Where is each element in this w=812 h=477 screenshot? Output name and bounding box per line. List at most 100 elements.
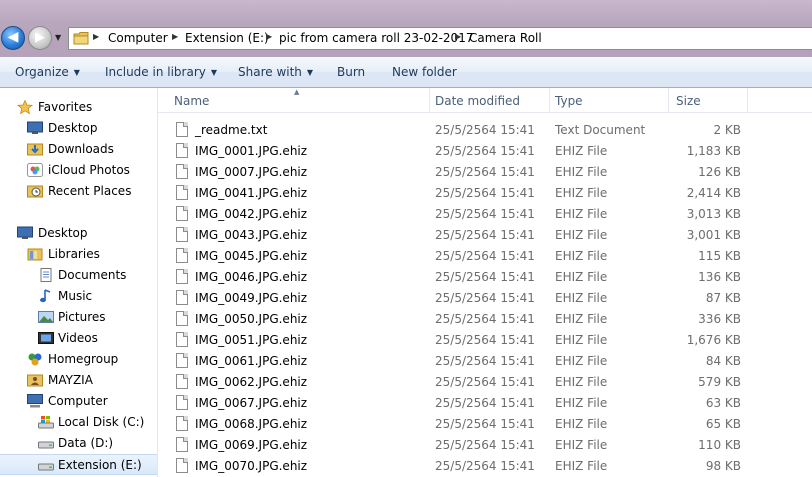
file-name: IMG_0007.JPG.ehiz (195, 165, 308, 179)
nav-homegroup[interactable]: Homegroup (0, 349, 157, 370)
file-size: 115 KB (698, 249, 741, 263)
breadcrumb-arrow-icon[interactable]: ▶ (455, 32, 461, 41)
nav-computer-label: Computer (48, 394, 108, 408)
nav-favorites[interactable]: Favorites (0, 97, 157, 118)
music-icon (38, 289, 54, 303)
file-row[interactable]: IMG_0043.JPG.ehiz 25/5/2564 15:41 EHIZ F… (158, 224, 812, 245)
nav-documents[interactable]: Documents (0, 265, 157, 286)
nav-desktop-label: Desktop (38, 226, 88, 240)
file-size: 1,676 KB (686, 333, 741, 347)
nav-icloud-photos[interactable]: iCloud Photos (0, 160, 157, 181)
nav-pictures[interactable]: Pictures (0, 307, 157, 328)
column-divider[interactable] (668, 88, 669, 113)
breadcrumb-pic-folder[interactable]: pic from camera roll 23-02-2017 (279, 31, 473, 45)
breadcrumb-arrow-icon[interactable]: ▶ (266, 32, 272, 41)
pictures-icon (38, 310, 54, 324)
nav-music[interactable]: Music (0, 286, 157, 307)
file-row[interactable]: IMG_0067.JPG.ehiz 25/5/2564 15:41 EHIZ F… (158, 392, 812, 413)
nav-videos[interactable]: Videos (0, 328, 157, 349)
sort-ascending-icon: ▲ (294, 88, 300, 96)
nav-data-d[interactable]: Data (D:) (0, 433, 157, 454)
file-icon (176, 290, 188, 305)
column-divider[interactable] (549, 88, 550, 113)
nav-downloads[interactable]: Downloads (0, 139, 157, 160)
file-type: EHIZ File (555, 459, 608, 473)
file-row[interactable]: IMG_0061.JPG.ehiz 25/5/2564 15:41 EHIZ F… (158, 350, 812, 371)
file-row[interactable]: IMG_0062.JPG.ehiz 25/5/2564 15:41 EHIZ F… (158, 371, 812, 392)
breadcrumb-arrow-icon[interactable]: ▶ (172, 32, 178, 41)
forward-button[interactable]: ▶ (28, 26, 52, 50)
breadcrumb-computer[interactable]: Computer (108, 31, 168, 45)
desktop-icon (17, 226, 33, 240)
file-row[interactable]: IMG_0042.JPG.ehiz 25/5/2564 15:41 EHIZ F… (158, 203, 812, 224)
file-type: EHIZ File (555, 417, 608, 431)
chevron-down-icon: ▼ (73, 68, 80, 77)
file-row[interactable]: _readme.txt 25/5/2564 15:41 Text Documen… (158, 119, 812, 140)
file-icon (176, 353, 188, 368)
address-bar[interactable]: ▶ Computer ▶ Extension (E:) ▶ pic from c… (68, 27, 812, 50)
file-date: 25/5/2564 15:41 (435, 207, 535, 221)
breadcrumb-camera-roll[interactable]: Camera Roll (469, 31, 542, 45)
file-row[interactable]: IMG_0007.JPG.ehiz 25/5/2564 15:41 EHIZ F… (158, 161, 812, 182)
star-icon (17, 100, 33, 114)
column-header-date-modified[interactable]: Date modified (435, 94, 520, 108)
column-header-size[interactable]: Size (676, 94, 701, 108)
file-date: 25/5/2564 15:41 (435, 228, 535, 242)
nav-computer[interactable]: Computer (0, 391, 157, 412)
burn-button[interactable]: Burn (337, 65, 365, 79)
arrow-right-icon: ▶ (35, 30, 45, 45)
column-header-name[interactable]: Name (174, 94, 209, 108)
nav-desktop-favorite[interactable]: Desktop (0, 118, 157, 139)
file-row[interactable]: IMG_0070.JPG.ehiz 25/5/2564 15:41 EHIZ F… (158, 455, 812, 476)
nav-favorites-label: Favorites (38, 100, 93, 114)
file-name: IMG_0067.JPG.ehiz (195, 396, 308, 410)
file-row[interactable]: IMG_0046.JPG.ehiz 25/5/2564 15:41 EHIZ F… (158, 266, 812, 287)
arrow-left-icon: ◀ (7, 29, 19, 45)
file-type: EHIZ File (555, 186, 608, 200)
recent-places-icon (27, 184, 43, 198)
file-icon (176, 143, 188, 158)
file-date: 25/5/2564 15:41 (435, 165, 535, 179)
file-icon (176, 374, 188, 389)
include-in-library-button[interactable]: Include in library ▼ (105, 65, 217, 79)
nav-recent-places[interactable]: Recent Places (0, 181, 157, 202)
share-with-label: Share with (238, 65, 302, 79)
breadcrumb-extension-e[interactable]: Extension (E:) (185, 31, 269, 45)
nav-desktop[interactable]: Desktop (0, 223, 157, 244)
column-header-type[interactable]: Type (555, 94, 583, 108)
nav-libraries[interactable]: Libraries (0, 244, 157, 265)
file-name: IMG_0061.JPG.ehiz (195, 354, 308, 368)
file-size: 136 KB (698, 270, 741, 284)
file-size: 126 KB (698, 165, 741, 179)
file-row[interactable]: IMG_0051.JPG.ehiz 25/5/2564 15:41 EHIZ F… (158, 329, 812, 350)
file-type: EHIZ File (555, 396, 608, 410)
recent-pages-dropdown[interactable]: ▼ (55, 33, 65, 43)
organize-button[interactable]: Organize ▼ (15, 65, 80, 79)
file-row[interactable]: IMG_0050.JPG.ehiz 25/5/2564 15:41 EHIZ F… (158, 308, 812, 329)
file-row[interactable]: IMG_0045.JPG.ehiz 25/5/2564 15:41 EHIZ F… (158, 245, 812, 266)
column-divider[interactable] (429, 88, 430, 113)
nav-local-disk-c[interactable]: Local Disk (C:) (0, 412, 157, 433)
file-row[interactable]: IMG_0001.JPG.ehiz 25/5/2564 15:41 EHIZ F… (158, 140, 812, 161)
file-row[interactable]: IMG_0069.JPG.ehiz 25/5/2564 15:41 EHIZ F… (158, 434, 812, 455)
nav-user-folder[interactable]: MAYZIA (0, 370, 157, 391)
file-name: IMG_0043.JPG.ehiz (195, 228, 308, 242)
new-folder-button[interactable]: New folder (392, 65, 457, 79)
nav-extension-e[interactable]: Extension (E:) (0, 454, 157, 475)
back-button[interactable]: ◀ (1, 26, 25, 50)
file-row[interactable]: IMG_0041.JPG.ehiz 25/5/2564 15:41 EHIZ F… (158, 182, 812, 203)
column-divider[interactable] (747, 88, 748, 113)
file-date: 25/5/2564 15:41 (435, 144, 535, 158)
file-name: IMG_0051.JPG.ehiz (195, 333, 308, 347)
icloud-photos-icon (27, 163, 43, 177)
file-date: 25/5/2564 15:41 (435, 270, 535, 284)
nav-documents-label: Documents (58, 268, 127, 282)
file-date: 25/5/2564 15:41 (435, 123, 535, 137)
file-type: EHIZ File (555, 165, 608, 179)
file-row[interactable]: IMG_0068.JPG.ehiz 25/5/2564 15:41 EHIZ F… (158, 413, 812, 434)
file-row[interactable]: IMG_0049.JPG.ehiz 25/5/2564 15:41 EHIZ F… (158, 287, 812, 308)
breadcrumb-arrow-icon[interactable]: ▶ (93, 32, 99, 41)
nav-data-d-label: Data (D:) (58, 436, 114, 450)
share-with-button[interactable]: Share with ▼ (238, 65, 313, 79)
folder-icon (73, 31, 89, 45)
